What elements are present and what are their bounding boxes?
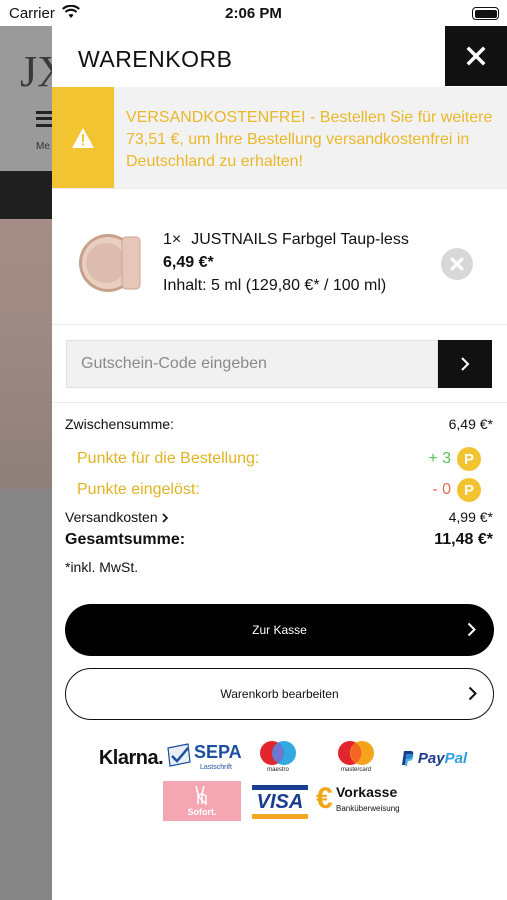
paypal-text-pal: Pal [444,749,468,767]
tax-note: *inkl. MwSt. [65,559,139,575]
vorkasse-logo: € Vorkasse Banküberweisung [316,782,406,822]
background-menu-label: Me [36,141,50,152]
cart-item: 1× JUSTNAILS Farbgel Taup-less 6,49 €* In… [52,216,507,324]
paypal-text: PayPal [418,750,467,767]
points-badge-icon: P [457,447,481,471]
subtotal-label: Zwischensumme: [65,416,174,432]
checkout-label: Zur Kasse [252,623,307,637]
points-redeemed-value: - 0 [432,481,451,498]
clock: 2:06 PM [225,5,282,22]
klarna-logo: Klarna. [90,740,172,776]
edit-cart-label: Warenkorb bearbeiten [220,687,339,701]
shipping-value: 4,99 €* [448,509,493,525]
cart-panel: WARENKORB VERSANDKOSTENFREI - Bestellen … [52,26,507,900]
subtotal-row: Zwischensumme: 6,49 €* [65,413,493,435]
maestro-label: maestro [267,767,289,773]
shipping-row[interactable]: Versandkosten 4,99 €* [65,506,493,528]
mastercard-icon [338,741,374,765]
paypal-text-pay: Pay [417,749,445,767]
mastercard-logo: mastercard [326,738,386,778]
shipping-label: Versandkosten [65,509,158,525]
close-icon [466,46,486,66]
free-shipping-notice: VERSANDKOSTENFREI - Bestellen Sie für we… [52,87,507,189]
visa-text: VISA [256,790,304,813]
points-redeemed-row: Punkte eingelöst: - 0 P [77,478,481,502]
points-earned-row: Punkte für die Bestellung: + 3 P [77,447,481,471]
status-bar: Carrier 2:06 PM [0,0,507,26]
voucher-code-input[interactable] [66,340,438,388]
sepa-logo: SEPA Lastschrift [164,738,244,778]
chevron-right-icon [468,686,477,701]
maestro-icon [260,741,296,765]
vorkasse-subtitle: Banküberweisung [336,804,400,813]
chevron-right-icon [467,622,476,637]
chevron-right-icon [461,357,470,371]
total-value: 11,48 €* [434,531,493,548]
notice-icon-box [52,87,114,189]
total-label: Gesamtsumme: [65,531,186,548]
notice-text: VERSANDKOSTENFREI - Bestellen Sie für we… [126,109,493,170]
subtotal-value: 6,49 €* [448,416,493,432]
close-button[interactable] [445,26,507,86]
battery-icon [472,7,499,20]
sepa-text: SEPA [194,742,242,762]
remove-item-button[interactable] [441,248,473,280]
cart-header: WARENKORB [52,26,507,86]
divider [52,324,507,325]
voucher-form [66,340,492,388]
background-banner-image [0,219,60,489]
total-row: Gesamtsumme: 11,48 €* [65,528,493,550]
voucher-submit-button[interactable] [438,340,492,388]
product-image [79,234,141,292]
visa-logo: VISA [252,785,308,819]
sofort-hand-icon [195,785,207,806]
klarna-text: Klarna. [98,746,164,769]
shipping-cost-link[interactable]: Versandkosten [65,509,169,525]
points-redeemed-label: Punkte eingelöst: [77,481,200,498]
points-earned-value: + 3 [428,450,451,467]
chevron-right-icon [161,513,168,523]
points-badge-icon: P [457,478,481,502]
paypal-icon [401,750,414,766]
background-content [0,489,60,900]
sofort-text: Sofort. [187,807,217,817]
product-price: 6,49 €* [163,254,214,271]
background-nav-bar [0,171,60,219]
points-earned-label: Punkte für die Bestellung: [77,450,260,467]
sofort-logo: Sofort. [163,781,241,821]
checkout-button[interactable]: Zur Kasse [65,604,494,656]
product-content-info: Inhalt: 5 ml (129,80 €* / 100 ml) [163,277,387,294]
sepa-icon [167,743,191,767]
vorkasse-text: Vorkasse [336,784,398,800]
product-quantity: 1× [163,231,182,248]
maestro-logo: maestro [248,738,308,778]
sepa-subtitle: Lastschrift [200,764,232,771]
divider [52,402,507,403]
paypal-logo: PayPal [394,740,474,776]
edit-cart-button[interactable]: Warenkorb bearbeiten [65,668,494,720]
divider [52,188,507,189]
mastercard-label: mastercard [340,767,371,773]
close-icon [450,257,464,271]
page-title: WARENKORB [78,46,233,72]
warning-icon [72,128,94,148]
product-name: JUSTNAILS Farbgel Taup-less [191,231,409,248]
euro-icon: € [316,782,333,815]
tax-note-row: *inkl. MwSt. [65,556,493,578]
product-title[interactable]: 1× JUSTNAILS Farbgel Taup-less [163,231,409,249]
